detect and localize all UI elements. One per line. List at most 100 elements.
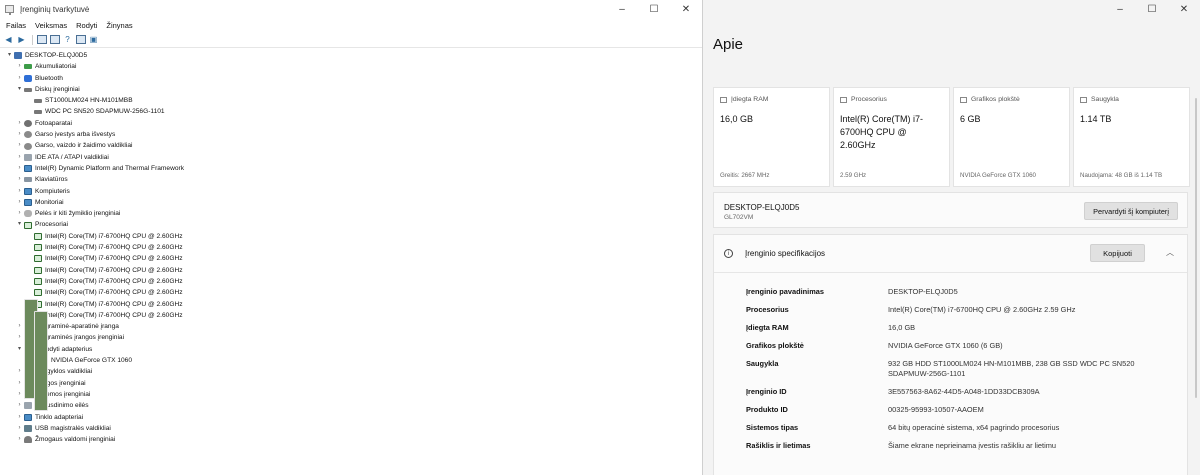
update-driver-icon[interactable] (75, 34, 86, 45)
chevron-right-icon[interactable]: › (15, 423, 24, 434)
scrollbar[interactable] (1195, 98, 1197, 398)
maximize-icon[interactable]: ☐ (638, 0, 670, 18)
tree-item[interactable]: Intel(R) Core(TM) i7-6700HQ CPU @ 2.60GH… (0, 253, 702, 264)
tree-item[interactable]: › Kompiuteris (0, 186, 702, 197)
tree-item[interactable]: › Intel(R) Dynamic Platform and Thermal F… (0, 163, 702, 174)
tree-item[interactable]: › Spausdinimo eilės (0, 400, 702, 411)
chevron-right-icon[interactable]: › (15, 140, 24, 151)
tree-item[interactable]: ▾ Rodyti adapterius (0, 299, 702, 400)
tree-item[interactable]: Intel(R) Core(TM) i7-6700HQ CPU @ 2.60GH… (0, 287, 702, 298)
rename-pc-button[interactable]: Pervardyti šį kompiuterį (1084, 202, 1178, 220)
chevron-right-icon[interactable]: › (15, 208, 24, 219)
tree-item[interactable]: Intel(R) Core(TM) i7-6700HQ CPU @ 2.60GH… (0, 299, 702, 310)
menu-view[interactable]: Rodyti (76, 21, 97, 30)
tree-item[interactable]: › Žmogaus valdomi įrenginiai (0, 434, 702, 445)
tree-item-label: Intel(R) Core(TM) i7-6700HQ CPU @ 2.60GH… (45, 266, 183, 274)
spec-value: 00325-95993-10507-AAOEM (888, 405, 984, 414)
menu-file[interactable]: Failas (6, 21, 26, 30)
device-monitor-icon (24, 187, 32, 195)
spec-value: Intel(R) Core(TM) i7-6700HQ CPU @ 2.60GH… (888, 305, 1076, 314)
tree-item[interactable]: › Akumuliatoriai (0, 61, 702, 72)
graphics-icon (960, 96, 967, 103)
tree-item[interactable]: › Saugyklos valdikliai (0, 366, 702, 377)
tree-item-label: Intel(R) Core(TM) i7-6700HQ CPU @ 2.60GH… (45, 277, 183, 285)
spec-value: DESKTOP-ELQJ0D5 (888, 287, 958, 296)
about-window: – ☐ ✕ Apie Įdiegta RAM 16,0 GB Greitis: … (703, 0, 1200, 475)
properties-icon[interactable] (49, 34, 60, 45)
tree-item[interactable]: › Programinė-aparatinė įranga (0, 321, 702, 332)
chevron-up-icon[interactable]: ︿ (1166, 247, 1174, 258)
tree-item[interactable]: › USB magistralės valdikliai (0, 423, 702, 434)
chevron-right-icon[interactable]: › (15, 152, 24, 163)
chevron-right-icon[interactable]: › (15, 400, 24, 411)
chevron-down-icon[interactable]: ▾ (15, 344, 24, 355)
device-disk-icon (34, 98, 42, 103)
about-close-icon[interactable]: ✕ (1168, 0, 1200, 18)
tree-item[interactable]: › Monitoriai (0, 197, 702, 208)
chevron-right-icon[interactable]: › (15, 321, 24, 332)
toolbar-separator (32, 34, 33, 45)
chevron-down-icon[interactable]: ▾ (15, 84, 24, 95)
tree-item[interactable]: › Sistemos įrenginiai (0, 389, 702, 400)
tree-item[interactable]: › Tinklo adapteriai (0, 412, 702, 423)
forward-arrow-icon[interactable]: ▶ (16, 34, 27, 45)
about-maximize-icon[interactable]: ☐ (1136, 0, 1168, 18)
tree-item[interactable]: › Klaviatūros (0, 174, 702, 185)
device-sound-icon (24, 142, 32, 150)
tree-item[interactable]: ▾ Procesoriai (0, 219, 702, 230)
tree-item[interactable]: Intel(R) Core(TM) i7-6700HQ CPU @ 2.60GH… (0, 276, 702, 287)
chevron-right-icon[interactable]: › (15, 412, 24, 423)
chevron-right-icon[interactable]: › (15, 389, 24, 400)
dm-window-title: Įrenginių tvarkytuvė (20, 4, 90, 14)
chevron-right-icon[interactable]: › (15, 118, 24, 129)
dm-toolbar: ◀ ▶ ? ▣ (0, 32, 702, 48)
tree-item[interactable]: ▾ Diskų įrenginiai (0, 84, 702, 95)
tree-item[interactable]: WDC PC SN520 SDAPMUW-256G-1101 (0, 106, 702, 117)
tree-item[interactable]: Intel(R) Core(TM) i7-6700HQ CPU @ 2.60GH… (0, 310, 702, 321)
tree-item[interactable]: › Saugos įrenginiai (0, 378, 702, 389)
tree-item[interactable]: › Bluetooth (0, 73, 702, 84)
tree-item[interactable]: Intel(R) Core(TM) i7-6700HQ CPU @ 2.60GH… (0, 231, 702, 242)
tree-item-label: Fotoaparatai (35, 119, 73, 127)
chevron-right-icon[interactable]: › (15, 73, 24, 84)
chevron-down-icon[interactable]: ▾ (5, 50, 14, 61)
tree-item[interactable]: ▾ DESKTOP-ELQJ0D5 (0, 50, 702, 61)
back-arrow-icon[interactable]: ◀ (3, 34, 14, 45)
tree-item[interactable]: › Fotoaparatai (0, 118, 702, 129)
tree-item[interactable]: Intel(R) Core(TM) i7-6700HQ CPU @ 2.60GH… (0, 265, 702, 276)
scan-hardware-icon[interactable]: ▣ (88, 34, 99, 45)
show-hide-tree-icon[interactable] (36, 34, 47, 45)
chevron-right-icon[interactable]: › (15, 186, 24, 197)
close-icon[interactable]: ✕ (670, 0, 702, 18)
tree-item[interactable]: ST1000LM024 HN-M101MBB (0, 95, 702, 106)
menu-help[interactable]: Žinynas (106, 21, 132, 30)
chevron-down-icon[interactable]: ▾ (15, 219, 24, 230)
minimize-icon[interactable]: – (606, 0, 638, 18)
tree-item[interactable]: › Garso, vaizdo ir žaidimo valdikliai (0, 140, 702, 151)
tree-item[interactable]: › Programinės įrangos įrenginiai (0, 332, 702, 343)
tree-item-label: Intel(R) Dynamic Platform and Thermal Fr… (35, 164, 185, 172)
tree-item[interactable]: › Garso įvestys arba išvestys (0, 129, 702, 140)
chevron-right-icon[interactable]: › (15, 61, 24, 72)
chevron-right-icon[interactable]: › (15, 332, 24, 343)
tree-item-label: Kompiuteris (35, 187, 70, 195)
tree-item[interactable]: › Pelės ir kiti žymiklio įrenginiai (0, 208, 702, 219)
spec-list: Įrenginio pavadinimas DESKTOP-ELQJ0D5 Proc… (714, 273, 1187, 451)
dm-titlebar[interactable]: Įrenginių tvarkytuvė – ☐ ✕ (0, 0, 702, 18)
chevron-right-icon[interactable]: › (15, 197, 24, 208)
spec-header[interactable]: i Įrenginio specifikacijos Kopijuoti ︿ (714, 235, 1187, 273)
menu-action[interactable]: Veiksmas (35, 21, 67, 30)
device-name-bar: DESKTOP-ELQJ0D5 GL702VM Pervardyti šį ko… (713, 192, 1188, 228)
help-icon[interactable]: ? (62, 34, 73, 45)
about-minimize-icon[interactable]: – (1104, 0, 1136, 18)
chevron-right-icon[interactable]: › (15, 174, 24, 185)
chevron-right-icon[interactable]: › (15, 163, 24, 174)
chevron-right-icon[interactable]: › (15, 366, 24, 377)
copy-button[interactable]: Kopijuoti (1090, 244, 1145, 262)
chevron-right-icon[interactable]: › (15, 378, 24, 389)
chevron-right-icon[interactable]: › (15, 434, 24, 445)
tree-item[interactable]: Intel(R) Core(TM) i7-6700HQ CPU @ 2.60GH… (0, 242, 702, 253)
tree-item[interactable]: › IDE ATA / ATAPI valdikliai (0, 152, 702, 163)
tree-item[interactable]: NVIDIA GeForce GTX 1060 (0, 310, 702, 411)
chevron-right-icon[interactable]: › (15, 129, 24, 140)
